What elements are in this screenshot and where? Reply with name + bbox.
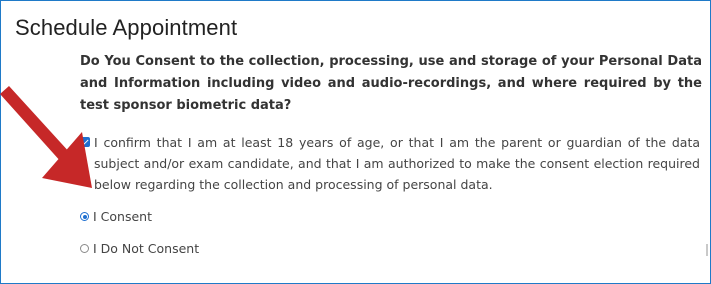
schedule-appointment-dialog: Schedule Appointment Do You Consent to t… bbox=[0, 0, 711, 284]
consent-question: Do You Consent to the collection, proces… bbox=[80, 54, 702, 113]
no-consent-option[interactable]: I Do Not Consent bbox=[80, 241, 199, 256]
age-confirm-label[interactable]: I confirm that I am at least 18 years of… bbox=[94, 132, 700, 195]
consent-radio[interactable] bbox=[80, 212, 89, 221]
age-confirm-row[interactable]: I confirm that I am at least 18 years of… bbox=[80, 132, 700, 195]
no-consent-option-label[interactable]: I Do Not Consent bbox=[93, 241, 199, 256]
no-consent-radio[interactable] bbox=[80, 244, 89, 253]
dialog-title: Schedule Appointment bbox=[15, 15, 238, 40]
consent-option[interactable]: I Consent bbox=[80, 209, 152, 224]
scrollbar-hint[interactable] bbox=[706, 244, 708, 256]
consent-option-label[interactable]: I Consent bbox=[93, 209, 152, 224]
age-confirm-checkbox[interactable] bbox=[80, 137, 90, 147]
